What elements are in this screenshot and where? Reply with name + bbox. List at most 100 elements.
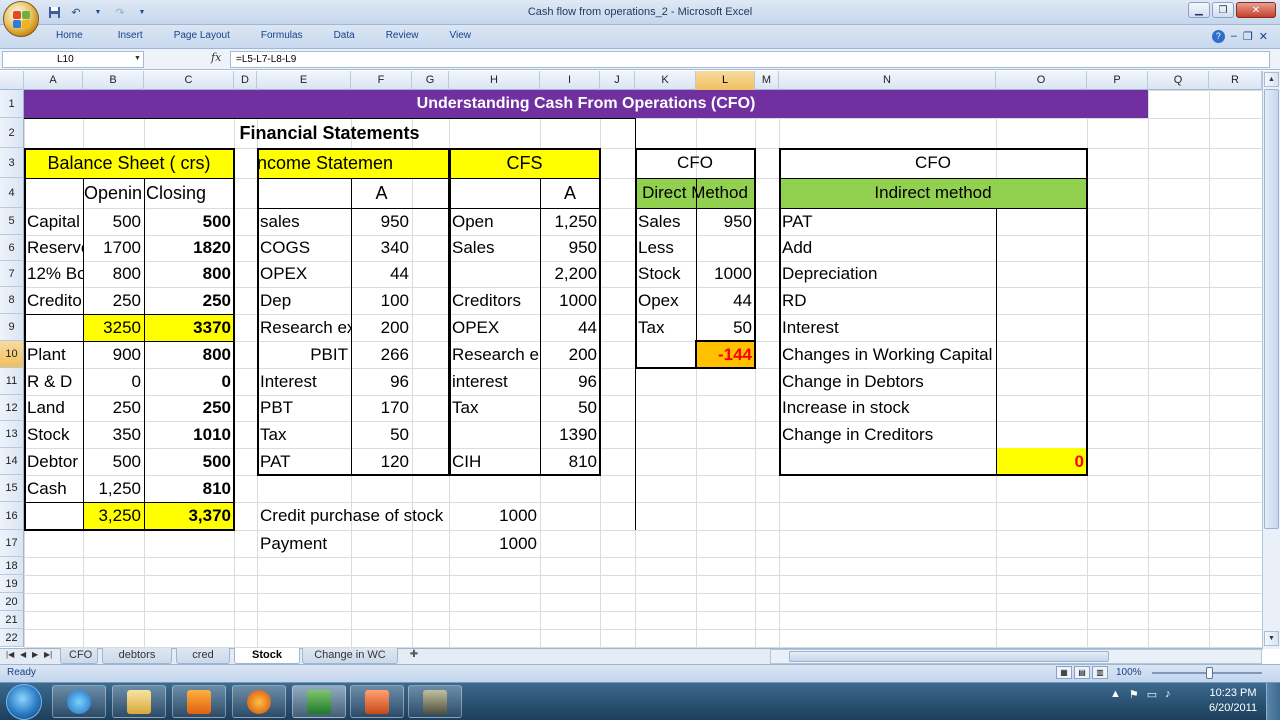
cfs-title[interactable]: CFS (449, 148, 600, 178)
normal-view-icon[interactable]: ▦ (1056, 666, 1072, 679)
bs-header-closing[interactable]: Closing (144, 178, 234, 208)
direct-row-value[interactable] (696, 235, 755, 261)
sheet-tab-debtors-inc[interactable]: debtors inc (102, 648, 172, 676)
indirect-row-label[interactable]: Change in Creditors (779, 421, 996, 448)
sheet-tab-cfo[interactable]: CFO (60, 648, 98, 664)
bs-row-closing[interactable]: 3370 (144, 314, 234, 341)
page-break-view-icon[interactable]: ▥ (1092, 666, 1108, 679)
taskbar-tool[interactable] (408, 685, 462, 718)
is-row-value[interactable]: 96 (351, 368, 412, 395)
bs-row-label[interactable]: Plant (24, 341, 83, 368)
bs-row-label[interactable]: Cash (24, 475, 83, 502)
cfs-header-a[interactable]: A (540, 178, 600, 208)
insert-sheet-icon[interactable]: ✚ (404, 649, 424, 663)
cfs-row-label[interactable]: interest (449, 368, 540, 395)
note-label[interactable]: Credit purchase of stock (257, 502, 449, 530)
sheet-tab-stock-inc[interactable]: Stock inc (234, 648, 300, 676)
is-row-value[interactable]: 50 (351, 421, 412, 448)
direct-cfo-title[interactable]: CFO (635, 148, 755, 178)
cfs-row-label[interactable] (449, 261, 540, 287)
cfs-row-value[interactable]: 200 (540, 341, 600, 368)
indirect-row-label[interactable]: Interest (779, 314, 996, 341)
cfs-row-label[interactable] (449, 421, 540, 448)
is-row-label[interactable]: PBIT (257, 341, 351, 368)
vertical-scrollbar[interactable]: ▲ ▼ (1262, 71, 1280, 649)
financial-statements-title[interactable]: Financial Statements (24, 118, 635, 148)
bs-header-opening[interactable]: Openin (24, 178, 144, 208)
last-sheet-icon[interactable]: ▶| (44, 650, 52, 659)
bs-row-closing[interactable]: 1820 (144, 235, 234, 261)
bs-row-label[interactable]: Debtor (24, 448, 83, 475)
direct-row-value[interactable]: 1000 (696, 261, 755, 287)
note-value[interactable]: 1000 (449, 502, 540, 530)
bs-row-label[interactable]: R & D (24, 368, 83, 395)
cfs-row-label[interactable]: OPEX (449, 314, 540, 341)
note-value[interactable]: 1000 (449, 530, 540, 557)
horizontal-scroll-thumb[interactable] (789, 651, 1109, 662)
cfs-row-value[interactable]: 2,200 (540, 261, 600, 287)
scroll-up-icon[interactable]: ▲ (1264, 72, 1279, 87)
tray-arrow-icon[interactable]: ▲ (1110, 688, 1121, 701)
bs-row-closing[interactable]: 3,370 (144, 502, 234, 530)
bs-row-closing[interactable]: 0 (144, 368, 234, 395)
bs-row-closing[interactable]: 810 (144, 475, 234, 502)
indirect-cfo-title[interactable]: CFO (779, 148, 1087, 178)
direct-row-value[interactable]: 44 (696, 287, 755, 314)
taskbar-excel[interactable] (292, 685, 346, 718)
direct-row-label[interactable]: Stock (635, 261, 696, 287)
bs-row-label[interactable]: 12% Bo (24, 261, 83, 287)
is-row-value[interactable]: 266 (351, 341, 412, 368)
scroll-down-icon[interactable]: ▼ (1264, 631, 1279, 646)
balance-sheet-title[interactable]: Balance Sheet ( crs) (24, 148, 234, 178)
is-row-label[interactable]: Interest (257, 368, 351, 395)
bs-row-opening[interactable]: 800 (83, 261, 144, 287)
indirect-method-label[interactable]: Indirect method (779, 178, 1087, 208)
bs-row-label[interactable] (24, 314, 83, 341)
cfs-row-value[interactable]: 96 (540, 368, 600, 395)
is-row-value[interactable]: 100 (351, 287, 412, 314)
bs-row-opening[interactable]: 350 (83, 421, 144, 448)
indirect-row-label[interactable]: Add (779, 235, 996, 261)
show-desktop-button[interactable] (1266, 683, 1280, 720)
taskbar-explorer[interactable] (112, 685, 166, 718)
action-center-icon[interactable]: ⚑ (1129, 688, 1139, 701)
direct-row-label[interactable]: Sales (635, 208, 696, 235)
indirect-row-label[interactable]: Changes in Working Capital (779, 341, 996, 368)
cfs-row-value[interactable]: 1,250 (540, 208, 600, 235)
is-row-value[interactable]: 340 (351, 235, 412, 261)
office-button[interactable] (3, 1, 39, 37)
is-row-value[interactable]: 120 (351, 448, 412, 475)
bs-row-label[interactable]: Land (24, 395, 83, 421)
bs-row-opening[interactable]: 500 (83, 448, 144, 475)
bs-row-label[interactable]: Credito (24, 287, 83, 314)
direct-row-label[interactable]: Less (635, 235, 696, 261)
is-row-label[interactable]: Dep (257, 287, 351, 314)
indirect-row-label[interactable]: Depreciation (779, 261, 996, 287)
indirect-row-label[interactable]: Increase in stock (779, 395, 996, 421)
taskbar-firefox[interactable] (232, 685, 286, 718)
indirect-row-label[interactable]: RD (779, 287, 996, 314)
clock[interactable]: 10:23 PM 6/20/2011 (1203, 686, 1263, 716)
cfs-row-value[interactable]: 1390 (540, 421, 600, 448)
sheet-tab-cred-inc[interactable]: cred inc (176, 648, 230, 676)
cfs-row-value[interactable]: 950 (540, 235, 600, 261)
is-row-label[interactable]: OPEX (257, 261, 351, 287)
cfs-row-label[interactable]: Research e (449, 341, 540, 368)
sheet-tab-change-in-wc[interactable]: Change in WC (302, 648, 398, 664)
next-sheet-icon[interactable]: ▶ (32, 650, 38, 659)
taskbar-powerpoint[interactable] (350, 685, 404, 718)
direct-result-value[interactable]: -144 (696, 341, 755, 368)
bs-row-opening[interactable]: 1700 (83, 235, 144, 261)
bs-row-opening[interactable]: 250 (83, 395, 144, 421)
direct-row-value[interactable]: 50 (696, 314, 755, 341)
cfs-row-value[interactable]: 1000 (540, 287, 600, 314)
note-label[interactable]: Payment (257, 530, 449, 557)
start-button[interactable] (6, 684, 42, 720)
bs-row-label[interactable]: Stock (24, 421, 83, 448)
bs-row-closing[interactable]: 250 (144, 395, 234, 421)
indirect-row-label[interactable]: Change in Debtors (779, 368, 996, 395)
is-row-label[interactable]: COGS (257, 235, 351, 261)
bs-row-opening[interactable]: 250 (83, 287, 144, 314)
page-layout-view-icon[interactable]: ▤ (1074, 666, 1090, 679)
direct-method-label[interactable]: Direct Method (635, 178, 755, 208)
